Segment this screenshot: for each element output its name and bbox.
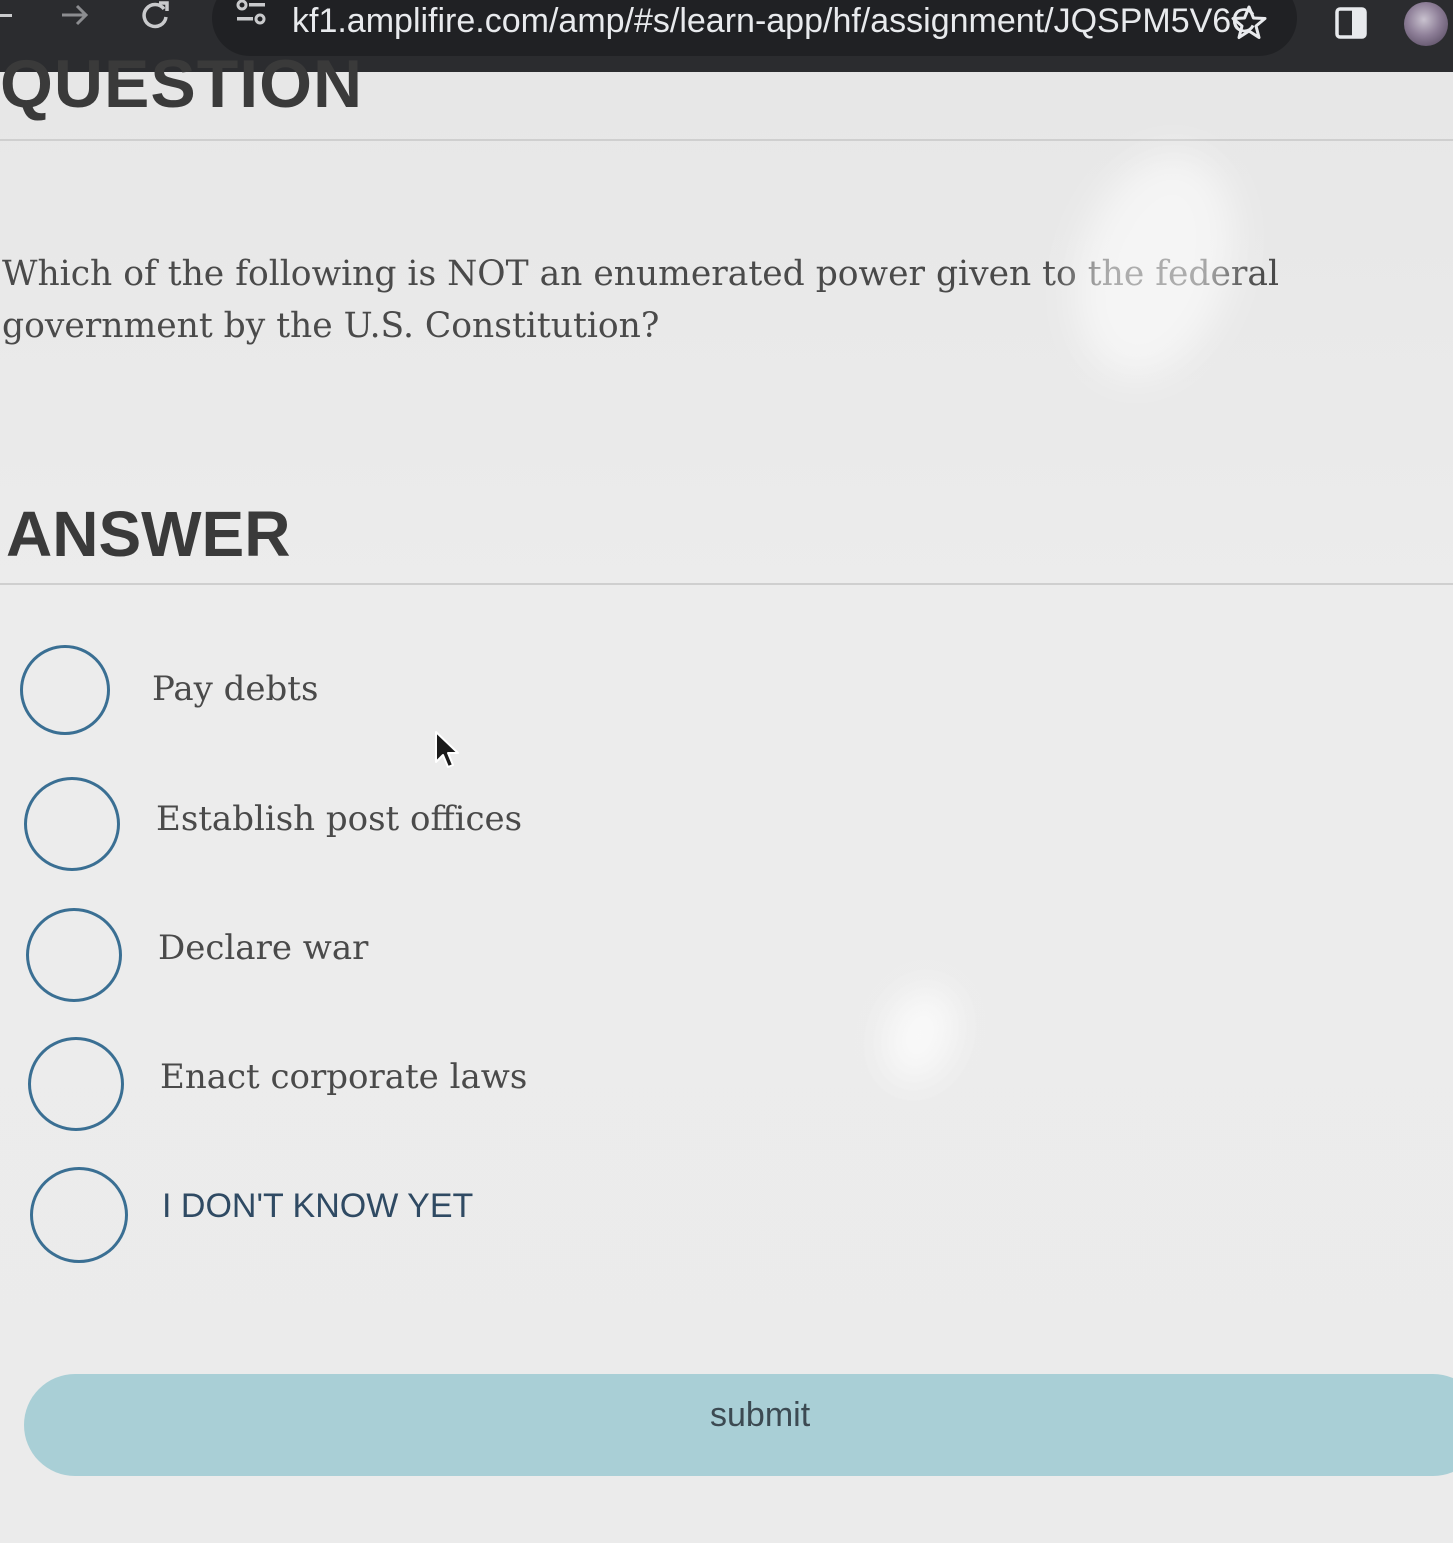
radio-button[interactable] [30, 1167, 128, 1263]
answer-option-enact-corporate-laws[interactable]: Enact corporate laws [28, 1037, 728, 1137]
radio-button[interactable] [24, 777, 120, 871]
option-label: Enact corporate laws [160, 1057, 528, 1097]
option-label: Declare war [158, 928, 369, 968]
radio-button[interactable] [26, 908, 122, 1002]
page: kf1.amplifire.com/amp/#s/learn-app/hf/as… [0, 0, 1453, 1543]
answer-option-pay-debts[interactable]: Pay debts [20, 645, 720, 745]
site-info-icon[interactable] [236, 0, 266, 28]
profile-avatar[interactable] [1404, 2, 1448, 46]
radio-button[interactable] [20, 645, 110, 735]
option-label: Establish post offices [156, 799, 523, 839]
screen-glare [870, 976, 970, 1094]
answer-heading: ANSWER [6, 498, 291, 570]
reload-icon[interactable] [138, 0, 172, 30]
radio-button[interactable] [28, 1037, 124, 1131]
mouse-pointer-icon [433, 730, 461, 770]
answer-option-declare-war[interactable]: Declare war [26, 908, 726, 1008]
back-arrow-icon[interactable] [0, 0, 14, 30]
answer-divider [0, 583, 1453, 585]
submit-label: submit [710, 1396, 811, 1434]
submit-button[interactable]: submit [24, 1374, 1453, 1476]
bookmark-star-icon[interactable] [1230, 4, 1268, 42]
question-heading: QUESTION [0, 46, 364, 122]
forward-arrow-icon[interactable] [58, 0, 92, 30]
question-text: Which of the following is NOT an enumera… [2, 254, 1280, 346]
option-label: I DON'T KNOW YET [162, 1187, 474, 1225]
option-label: Pay debts [152, 669, 319, 709]
side-panel-icon[interactable] [1334, 6, 1368, 40]
question-divider [0, 139, 1453, 141]
answer-option-i-dont-know-yet[interactable]: I DON'T KNOW YET [30, 1167, 730, 1267]
url-text[interactable]: kf1.amplifire.com/amp/#s/learn-app/hf/as… [292, 2, 1256, 41]
answer-option-establish-post-offices[interactable]: Establish post offices [24, 777, 724, 877]
